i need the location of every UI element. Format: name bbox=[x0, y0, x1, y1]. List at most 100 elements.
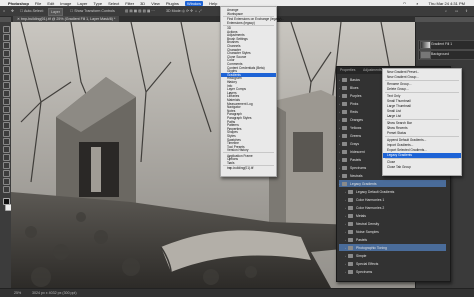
shape-tool-icon[interactable] bbox=[3, 170, 10, 177]
chevron-right-icon[interactable]: › bbox=[345, 190, 346, 194]
gradient-group-row[interactable]: › Simple bbox=[339, 252, 446, 259]
workspace-icon[interactable]: ▭ bbox=[455, 8, 458, 14]
chevron-right-icon[interactable]: › bbox=[339, 78, 340, 82]
gradient-group-row[interactable]: › Color Harmonies 1 bbox=[339, 196, 446, 203]
panel-menu-item[interactable]: ✓ Large List bbox=[383, 114, 461, 119]
auto-select-dropdown[interactable]: Layer bbox=[48, 8, 63, 16]
auto-select-checkbox[interactable]: ☐ Auto-Select: bbox=[20, 8, 44, 14]
chevron-right-icon[interactable]: › bbox=[339, 102, 340, 106]
menu-layer[interactable]: Layer bbox=[77, 1, 87, 6]
panel-menu-item[interactable]: Rename Group... bbox=[383, 82, 461, 87]
chevron-right-icon[interactable]: › bbox=[345, 198, 346, 202]
chevron-right-icon[interactable]: › bbox=[339, 174, 340, 178]
zoom-tool-icon[interactable] bbox=[3, 186, 10, 193]
panel-menu-item[interactable]: Export Selected Gradients... bbox=[383, 148, 461, 153]
menu-filter[interactable]: Filter bbox=[125, 1, 134, 6]
zoom-level[interactable]: 25% bbox=[14, 291, 21, 295]
tab-properties[interactable]: Properties bbox=[340, 68, 355, 72]
panel-menu-item[interactable]: Import Gradients... bbox=[383, 143, 461, 148]
chevron-right-icon[interactable]: › bbox=[345, 270, 346, 274]
chevron-right-icon[interactable]: › bbox=[339, 150, 340, 154]
panel-menu-item[interactable]: ✓ Show Recents bbox=[383, 126, 461, 131]
show-transform-checkbox[interactable]: ☐ Show Transform Controls bbox=[70, 8, 115, 14]
chevron-right-icon[interactable]: › bbox=[339, 86, 340, 90]
menu-window[interactable]: Window bbox=[184, 0, 204, 6]
layer-row-gradient-fill[interactable]: Gradient Fill 1 bbox=[418, 40, 474, 50]
menu-view[interactable]: View bbox=[151, 1, 160, 6]
dodge-tool-icon[interactable] bbox=[3, 138, 10, 145]
panel-menu-item[interactable]: Delete Group... bbox=[383, 87, 461, 92]
blur-tool-icon[interactable] bbox=[3, 130, 10, 137]
menu-image[interactable]: Image bbox=[60, 1, 71, 6]
chevron-right-icon[interactable]: › bbox=[345, 222, 346, 226]
wifi-icon[interactable]: ◠ bbox=[403, 1, 407, 6]
tab-adjustments[interactable]: Adjustments bbox=[363, 68, 382, 72]
panel-menu-item[interactable]: New Gradient Preset... bbox=[383, 70, 461, 75]
chevron-right-icon[interactable]: › bbox=[345, 230, 346, 234]
gradient-group-row[interactable]: › Metals bbox=[339, 212, 446, 219]
eyedropper-tool-icon[interactable] bbox=[3, 74, 10, 81]
hand-tool-icon[interactable] bbox=[3, 178, 10, 185]
chevron-right-icon[interactable]: › bbox=[345, 238, 346, 242]
clone-stamp-tool-icon[interactable] bbox=[3, 98, 10, 105]
search-icon[interactable]: ⌕ bbox=[416, 1, 418, 6]
panel-menu-item[interactable]: Append Default Gradients... bbox=[383, 138, 461, 143]
pen-tool-icon[interactable] bbox=[3, 146, 10, 153]
chevron-right-icon[interactable]: › bbox=[339, 158, 340, 162]
panel-menu-item[interactable]: Small List bbox=[383, 109, 461, 114]
move-tool-icon[interactable] bbox=[3, 26, 10, 33]
menu-file[interactable]: File bbox=[35, 1, 41, 6]
chevron-right-icon[interactable]: › bbox=[345, 214, 346, 218]
layer-row-background[interactable]: Background bbox=[418, 50, 474, 60]
chevron-right-icon[interactable]: › bbox=[345, 262, 346, 266]
menu-edit[interactable]: Edit bbox=[47, 1, 54, 6]
panel-menu-item[interactable]: Close bbox=[383, 160, 461, 165]
window-menu-item[interactable]: ✓ tmp-building(01).tif bbox=[221, 166, 276, 170]
share-icon[interactable]: ⇪ bbox=[465, 8, 468, 14]
chevron-right-icon[interactable]: › bbox=[339, 182, 340, 186]
quick-select-tool-icon[interactable] bbox=[3, 50, 10, 57]
menu-plugins[interactable]: Plugins bbox=[166, 1, 179, 6]
lasso-tool-icon[interactable] bbox=[3, 42, 10, 49]
gradient-group-row[interactable]: › Neutral Density bbox=[339, 220, 446, 227]
chevron-right-icon[interactable]: › bbox=[339, 126, 340, 130]
chevron-right-icon[interactable]: › bbox=[345, 246, 346, 250]
chevron-right-icon[interactable]: › bbox=[339, 166, 340, 170]
gradient-group-row[interactable]: › Legacy Default Gradients bbox=[339, 188, 446, 195]
brush-tool-icon[interactable] bbox=[3, 90, 10, 97]
chevron-right-icon[interactable]: › bbox=[339, 142, 340, 146]
gradient-group-row[interactable]: › Noise Samples bbox=[339, 228, 446, 235]
gradient-group-row[interactable]: › Photographic Toning bbox=[339, 244, 446, 251]
chevron-right-icon[interactable]: › bbox=[339, 110, 340, 114]
frame-tool-icon[interactable] bbox=[3, 66, 10, 73]
chevron-right-icon[interactable]: › bbox=[339, 94, 340, 98]
gradient-group-row[interactable]: › Legacy Gradients bbox=[339, 180, 446, 187]
menu-select[interactable]: Select bbox=[108, 1, 119, 6]
search-icon[interactable]: ⌕ bbox=[445, 8, 447, 14]
align-buttons[interactable]: ▥ ▤ ▦ ▧ ▨ ▩ ··· bbox=[125, 8, 155, 14]
gradient-group-row[interactable]: › Color Harmonies 2 bbox=[339, 204, 446, 211]
gradient-group-row[interactable]: › Special Effects bbox=[339, 260, 446, 267]
panel-menu-item[interactable]: Close Tab Group bbox=[383, 165, 461, 170]
chevron-right-icon[interactable]: › bbox=[339, 134, 340, 138]
eraser-tool-icon[interactable] bbox=[3, 114, 10, 121]
app-menu[interactable]: Photoshop bbox=[8, 1, 29, 6]
marquee-tool-icon[interactable] bbox=[3, 34, 10, 41]
panel-menu-item[interactable]: Legacy Gradients bbox=[383, 153, 461, 158]
menu-type[interactable]: Type bbox=[93, 1, 102, 6]
type-tool-icon[interactable] bbox=[3, 154, 10, 161]
healing-tool-icon[interactable] bbox=[3, 82, 10, 89]
menu-help[interactable]: Help bbox=[209, 1, 217, 6]
3d-mode-buttons[interactable]: ◎ ⟳ ✣ ⇔ ⤢ bbox=[182, 8, 202, 14]
gradient-group-row[interactable]: › Spectrums bbox=[339, 268, 446, 275]
panel-menu-item[interactable]: Small Thumbnail bbox=[383, 99, 461, 104]
crop-tool-icon[interactable] bbox=[3, 58, 10, 65]
panel-menu-item[interactable]: Text Only bbox=[383, 94, 461, 99]
move-tool-icon[interactable]: ✥ bbox=[11, 8, 14, 14]
chevron-right-icon[interactable]: › bbox=[345, 254, 346, 258]
history-brush-tool-icon[interactable] bbox=[3, 106, 10, 113]
chevron-right-icon[interactable]: › bbox=[345, 206, 346, 210]
gradient-tool-icon[interactable] bbox=[3, 122, 10, 129]
panel-menu-item[interactable]: Large Thumbnail bbox=[383, 104, 461, 109]
gradient-group-row[interactable]: › Pastels bbox=[339, 236, 446, 243]
